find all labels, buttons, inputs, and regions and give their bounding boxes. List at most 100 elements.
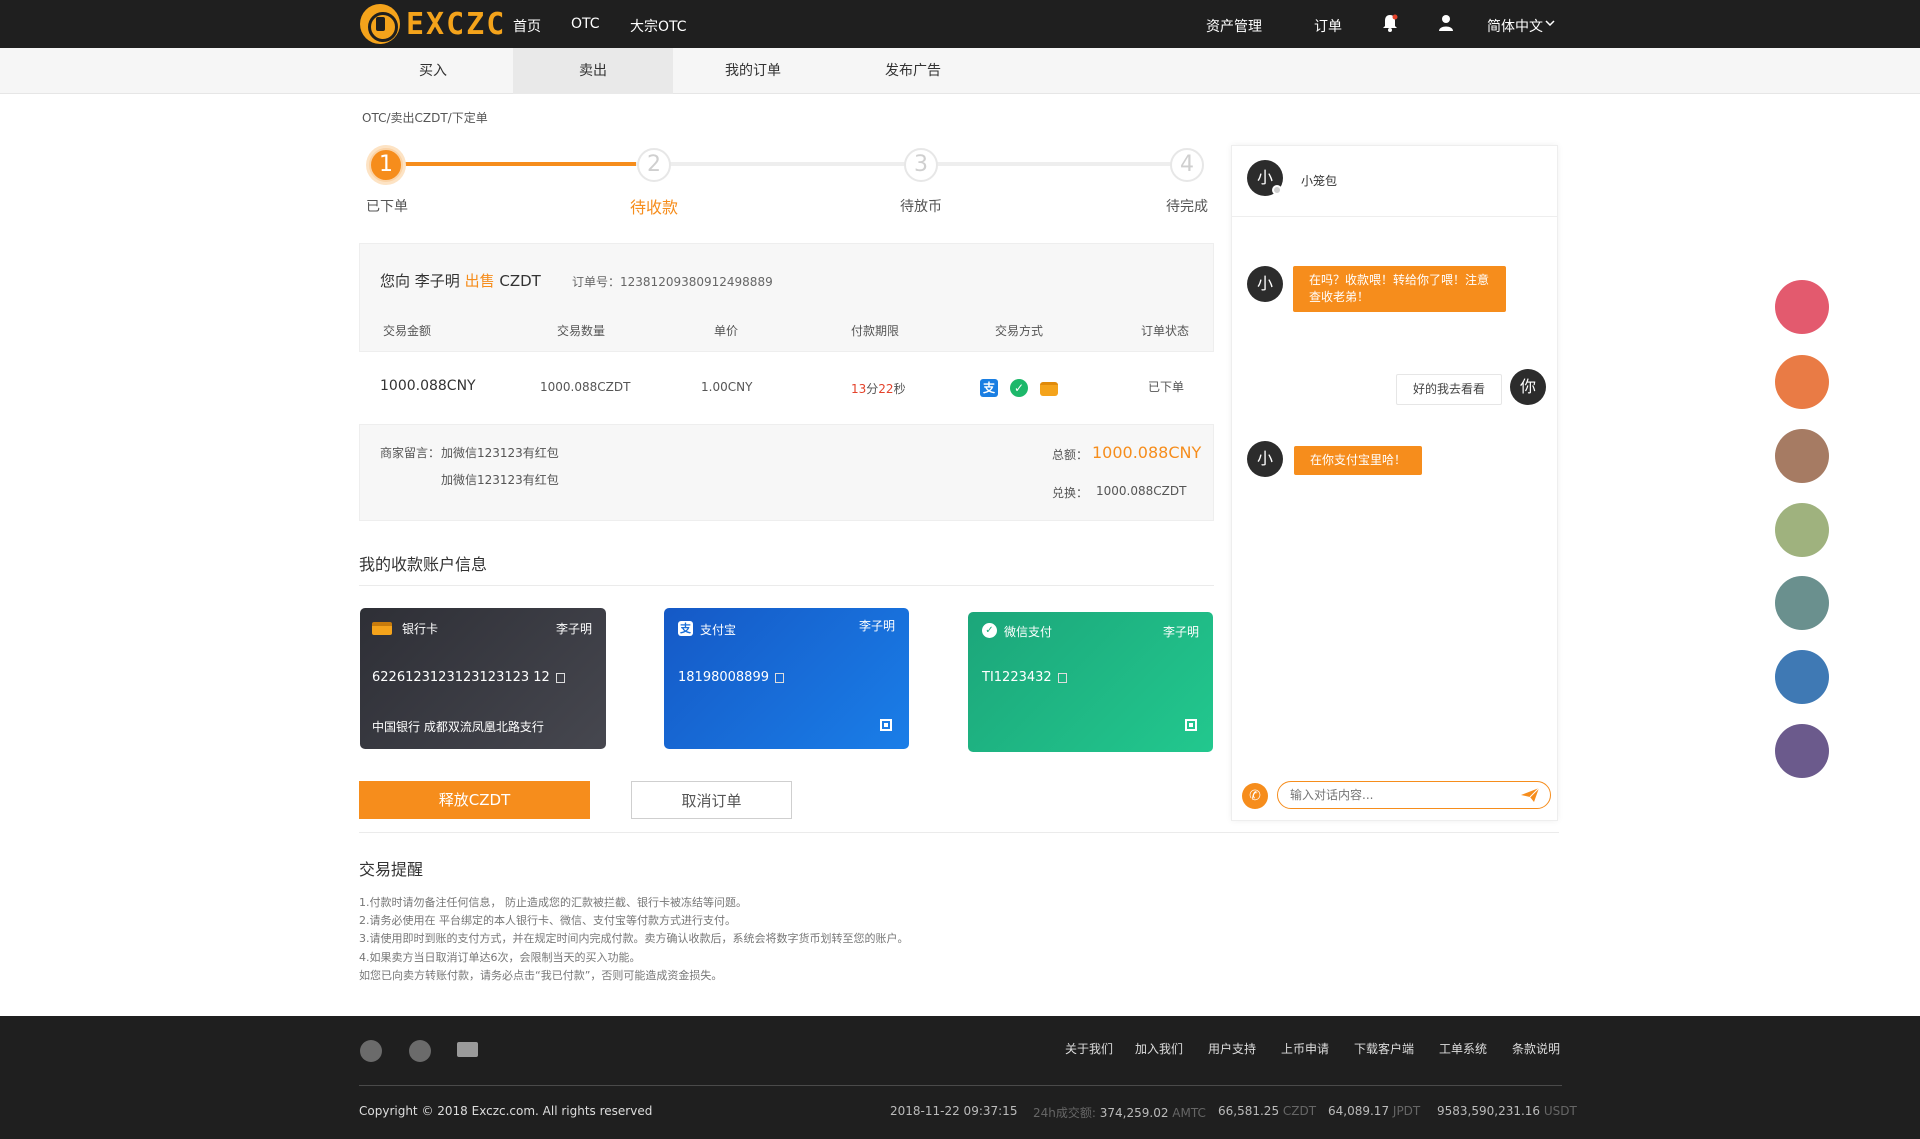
col-price: 单价: [714, 324, 739, 338]
footer-link-listing[interactable]: 上币申请: [1281, 1040, 1329, 1057]
volume-label: 24h成交额:: [1033, 1106, 1096, 1120]
bank-card-type: 银行卡: [402, 622, 439, 636]
nav-bulk-otc[interactable]: 大宗OTC: [630, 16, 687, 36]
order-price: 1.00CNY: [701, 380, 753, 394]
theme-color-dot[interactable]: [1775, 576, 1829, 630]
contact-avatar: 小: [1247, 266, 1283, 302]
step-2-label: 待收款: [630, 198, 679, 217]
step-2-circle: 2: [637, 148, 671, 182]
stat-value: 64,089.17: [1328, 1104, 1390, 1118]
theme-color-dot[interactable]: [1775, 503, 1829, 557]
order-amount: 1000.088CNY: [380, 378, 476, 394]
user-icon[interactable]: [1438, 14, 1454, 32]
accounts-divider: [359, 585, 1214, 586]
wechat-card-icon: ✓: [982, 623, 997, 638]
telegram-icon[interactable]: [409, 1040, 431, 1062]
volume-stat: 9583,590,231.16 USDT: [1437, 1104, 1577, 1118]
chevron-down-icon: [1545, 20, 1555, 26]
col-quantity: 交易数量: [557, 324, 606, 338]
merchant-note-1: 加微信123123有红包: [441, 446, 559, 460]
chat-header-divider: [1232, 216, 1557, 217]
tab-my-orders[interactable]: 我的订单: [673, 48, 833, 94]
bell-icon[interactable]: [1382, 14, 1398, 32]
alipay-card-icon: 支: [678, 621, 693, 636]
bank-card-type-icon: [372, 622, 392, 635]
wechat-number-text: TI1223432: [982, 670, 1052, 685]
bank-card-number: 6226123123123123123 12: [372, 670, 565, 685]
logo[interactable]: EXCZC: [360, 4, 507, 44]
phone-icon[interactable]: ✆: [1242, 783, 1268, 809]
bank-card-holder: 李子明: [555, 622, 592, 636]
merchant-note-label: 商家留言：: [380, 446, 441, 460]
alipay-card[interactable]: 支 支付宝 李子明 18198008899: [664, 608, 909, 749]
step-4-label: 待完成: [1166, 199, 1208, 215]
deadline-minutes: 13: [851, 382, 867, 396]
theme-color-dot[interactable]: [1775, 724, 1829, 778]
mail-icon[interactable]: [457, 1042, 478, 1057]
theme-color-dot[interactable]: [1775, 429, 1829, 483]
chat-input[interactable]: [1277, 781, 1551, 809]
alipay-icon: 支: [980, 379, 998, 397]
chat-message: 在你支付宝里哈！: [1294, 446, 1423, 475]
nav-home[interactable]: 首页: [513, 16, 541, 36]
theme-color-dot[interactable]: [1775, 650, 1829, 704]
col-deadline: 付款期限: [851, 324, 900, 338]
copy-icon[interactable]: [1057, 672, 1067, 683]
qr-code-icon[interactable]: [880, 719, 892, 731]
tip-line: 如您已向卖方转账付款，请务必点击“我已付款”，否则可能造成资金损失。: [359, 969, 723, 982]
footer-datetime: 2018-11-22 09:37:15: [890, 1104, 1018, 1118]
logo-coin-icon: [360, 4, 400, 44]
copy-icon[interactable]: [774, 672, 784, 683]
stat-value: 66,581.25: [1218, 1104, 1280, 1118]
order-status: 已下单: [1148, 380, 1185, 394]
order-number-value: 12381209380912498889: [620, 275, 773, 289]
bank-card[interactable]: 银行卡 李子明 6226123123123123123 12 中国银行 成都双流…: [360, 608, 606, 749]
tab-post-ad[interactable]: 发布广告: [833, 48, 993, 94]
footer-link-download[interactable]: 下载客户端: [1354, 1040, 1414, 1057]
chat-panel: [1231, 145, 1558, 821]
theme-color-dot[interactable]: [1775, 355, 1829, 409]
col-status: 订单状态: [1141, 324, 1190, 338]
release-button[interactable]: 释放CZDT: [359, 781, 590, 819]
stat-value: 9583,590,231.16: [1437, 1104, 1541, 1118]
chat-message: 在吗？收款喂！转给你了喂！注意查收老弟！: [1293, 266, 1506, 312]
bank-card-icon: [1040, 382, 1058, 396]
logo-text: EXCZC: [406, 6, 507, 42]
col-amount: 交易金额: [383, 324, 432, 338]
theme-color-dot[interactable]: [1775, 280, 1829, 334]
footer-link-join[interactable]: 加入我们: [1135, 1040, 1183, 1057]
wechat-card[interactable]: ✓ 微信支付 李子明 TI1223432: [968, 612, 1213, 752]
wechat-icon[interactable]: [360, 1040, 382, 1062]
wechat-icon: ✓: [1010, 379, 1028, 397]
tip-line: 1.付款时请勿备注任何信息， 防止造成您的汇款被拦截、银行卡被冻结等问题。: [359, 896, 747, 909]
footer-link-about[interactable]: 关于我们: [1065, 1040, 1113, 1057]
accounts-title: 我的收款账户信息: [359, 555, 488, 574]
chat-message: 好的我去看看: [1396, 374, 1503, 405]
footer-link-terms[interactable]: 条款说明: [1512, 1040, 1560, 1057]
cancel-order-button[interactable]: 取消订单: [631, 781, 792, 819]
total-amount: 1000.088CNY: [1092, 443, 1202, 462]
deadline-seconds: 22: [878, 382, 894, 396]
footer-link-tickets[interactable]: 工单系统: [1439, 1040, 1487, 1057]
my-avatar: 你: [1510, 369, 1546, 405]
order-quantity: 1000.088CZDT: [540, 380, 631, 394]
nav-orders[interactable]: 订单: [1314, 16, 1342, 36]
order-deadline: 13分22秒: [851, 380, 906, 397]
footer-link-support[interactable]: 用户支持: [1208, 1040, 1256, 1057]
copy-icon[interactable]: [555, 672, 565, 683]
order-row: [359, 351, 1214, 425]
tab-buy[interactable]: 买入: [353, 48, 513, 94]
language-select[interactable]: 简体中文: [1487, 16, 1543, 36]
merchant-note-2: 加微信123123有红包: [441, 473, 559, 487]
footer: [0, 1016, 1920, 1139]
nav-assets[interactable]: 资产管理: [1206, 16, 1262, 36]
bank-card-branch: 中国银行 成都双流凤凰北路支行: [372, 720, 544, 734]
wechat-card-type: 微信支付: [1004, 625, 1053, 639]
tips-title: 交易提醒: [359, 860, 424, 879]
volume-stat: 66,581.25 CZDT: [1218, 1104, 1316, 1118]
send-icon[interactable]: [1520, 787, 1540, 803]
qr-code-icon[interactable]: [1185, 719, 1197, 731]
tab-sell[interactable]: 卖出: [513, 48, 673, 94]
nav-otc[interactable]: OTC: [571, 16, 600, 32]
order-heading: 您向 李子明 出售 CZDT: [380, 270, 541, 291]
